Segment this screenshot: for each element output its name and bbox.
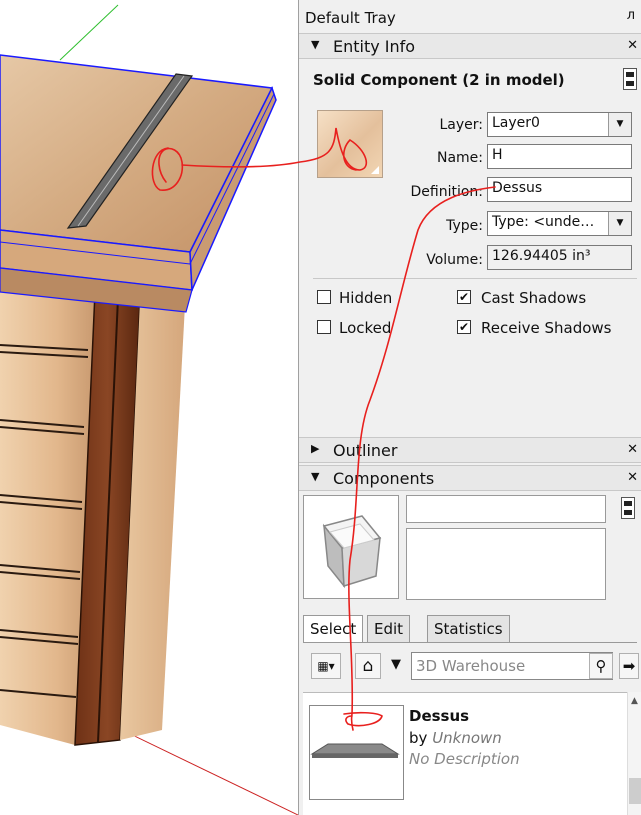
slab-preview-icon bbox=[310, 743, 400, 758]
result-thumbnail[interactable] bbox=[309, 705, 404, 800]
components-title: Components bbox=[333, 469, 435, 488]
component-cube-icon bbox=[322, 515, 382, 589]
volume-value: 126.94405 in³ bbox=[492, 248, 591, 264]
divider bbox=[313, 278, 637, 279]
tab-statistics[interactable]: Statistics bbox=[427, 615, 510, 643]
navigate-forward-icon[interactable]: ➡ bbox=[619, 653, 639, 679]
entity-type-title: Solid Component (2 in model) bbox=[313, 71, 565, 89]
type-dropdown[interactable]: Type: <unde… ▼ bbox=[487, 211, 632, 236]
name-value: H bbox=[492, 147, 503, 163]
results-scrollbar[interactable]: ▲ bbox=[627, 692, 641, 815]
tab-strip-line bbox=[303, 642, 637, 643]
green-axis bbox=[59, 4, 119, 61]
default-tray: Default Tray ᴫ ▼ Entity Info ✕ Solid Com… bbox=[298, 0, 641, 815]
outliner-title: Outliner bbox=[333, 441, 398, 460]
checkmark-icon: ✔ bbox=[458, 290, 470, 304]
result-description: No Description bbox=[409, 750, 520, 768]
chevron-down-icon[interactable]: ▼ bbox=[385, 653, 407, 679]
layer-value: Layer0 bbox=[492, 115, 540, 131]
volume-readout: 126.94405 in³ bbox=[487, 245, 632, 270]
cast-shadows-checkbox[interactable]: ✔ bbox=[457, 290, 471, 304]
outliner-header[interactable]: ▶ Outliner ✕ bbox=[299, 437, 641, 463]
receive-shadows-label: Receive Shadows bbox=[481, 319, 612, 337]
toggle-details-icon[interactable] bbox=[623, 68, 637, 90]
component-results-list: Dessus by Unknown No Description bbox=[303, 692, 627, 815]
tab-edit[interactable]: Edit bbox=[367, 615, 411, 643]
triangle-down-icon: ▼ bbox=[311, 470, 320, 483]
components-header[interactable]: ▼ Components ✕ bbox=[299, 465, 641, 491]
search-placeholder: 3D Warehouse bbox=[416, 657, 526, 675]
volume-label: Volume: bbox=[426, 252, 483, 268]
locked-checkbox[interactable] bbox=[317, 320, 331, 334]
scroll-up-icon[interactable]: ▲ bbox=[631, 696, 638, 706]
3d-viewport[interactable] bbox=[0, 0, 298, 815]
name-field[interactable]: H bbox=[487, 144, 632, 169]
close-icon[interactable]: ✕ bbox=[627, 470, 638, 485]
component-description-field[interactable] bbox=[406, 528, 606, 600]
triangle-down-icon: ▼ bbox=[311, 38, 320, 51]
hidden-checkbox[interactable] bbox=[317, 290, 331, 304]
model-scene bbox=[0, 4, 298, 815]
search-icon[interactable]: ⚲ bbox=[589, 653, 613, 679]
checkmark-icon: ✔ bbox=[458, 320, 470, 334]
view-options-icon[interactable]: ▦▾ bbox=[311, 653, 341, 679]
receive-shadows-checkbox[interactable]: ✔ bbox=[457, 320, 471, 334]
result-author[interactable]: Unknown bbox=[432, 729, 502, 747]
layer-label: Layer: bbox=[439, 117, 483, 133]
tray-title: Default Tray bbox=[305, 9, 396, 27]
search-input[interactable]: 3D Warehouse bbox=[411, 652, 613, 680]
add-details-icon[interactable] bbox=[621, 497, 635, 519]
component-name-field[interactable] bbox=[406, 495, 606, 523]
result-by-label: by bbox=[409, 729, 428, 747]
component-preview[interactable] bbox=[303, 495, 399, 599]
cast-shadows-label: Cast Shadows bbox=[481, 289, 587, 307]
entity-info-title: Entity Info bbox=[333, 37, 416, 56]
home-icon[interactable]: ⌂ bbox=[355, 653, 381, 679]
type-value: Type: <unde… bbox=[492, 214, 595, 230]
name-label: Name: bbox=[436, 150, 483, 166]
triangle-right-icon: ▶ bbox=[311, 442, 320, 455]
layer-dropdown[interactable]: Layer0 ▼ bbox=[487, 112, 632, 137]
result-author-line: by Unknown bbox=[409, 729, 502, 747]
chevron-down-icon[interactable]: ▼ bbox=[608, 113, 631, 136]
definition-value: Dessus bbox=[492, 180, 543, 196]
locked-label: Locked bbox=[339, 319, 392, 337]
chevron-down-icon[interactable]: ▼ bbox=[608, 212, 631, 235]
tab-select[interactable]: Select bbox=[303, 615, 364, 643]
type-label: Type: bbox=[446, 218, 483, 234]
entity-info-header[interactable]: ▼ Entity Info ✕ bbox=[299, 33, 641, 59]
definition-label: Definition: bbox=[410, 184, 483, 200]
scroll-thumb[interactable] bbox=[629, 778, 641, 804]
close-icon[interactable]: ✕ bbox=[627, 442, 638, 457]
result-name[interactable]: Dessus bbox=[409, 707, 469, 725]
pin-icon[interactable]: ᴫ bbox=[627, 8, 635, 23]
hidden-label: Hidden bbox=[339, 289, 393, 307]
close-icon[interactable]: ✕ bbox=[627, 38, 638, 53]
definition-field[interactable]: Dessus bbox=[487, 177, 632, 202]
